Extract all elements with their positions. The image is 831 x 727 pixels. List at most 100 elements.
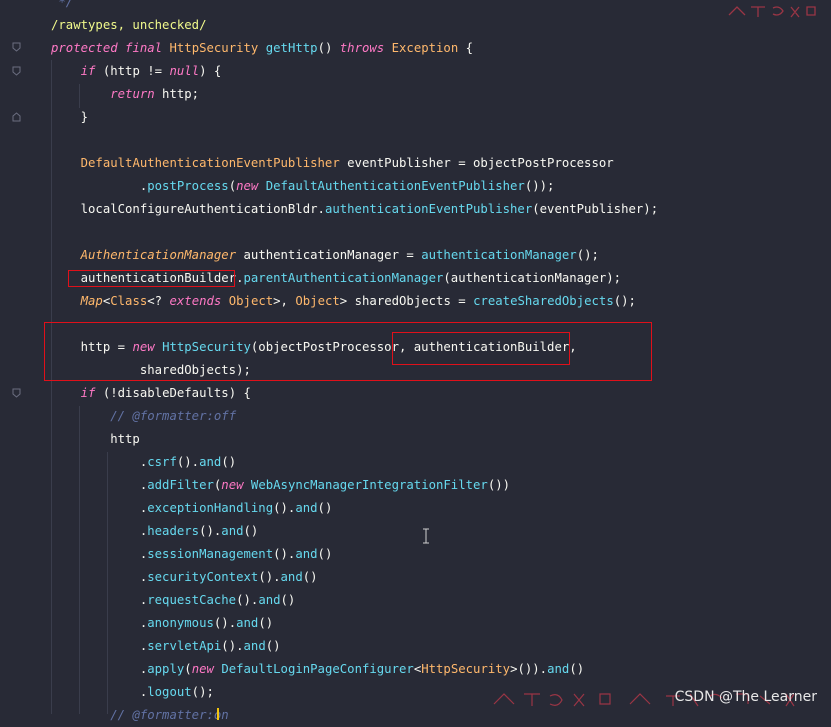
code-token: http; — [154, 87, 200, 101]
code-token: requestCache — [147, 593, 237, 607]
code-token: . — [51, 662, 148, 676]
code-token: . — [51, 593, 148, 607]
code-token: () — [317, 501, 333, 515]
code-line[interactable]: .addFilter(new WebAsyncManagerIntegratio… — [51, 474, 510, 497]
code-token: . — [51, 455, 148, 469]
code-line[interactable]: Map<Class<? extends Object>, Object> sha… — [51, 290, 636, 313]
code-token: */ — [51, 0, 74, 9]
code-line[interactable]: AuthenticationManager authenticationMana… — [51, 244, 599, 267]
code-line[interactable]: } — [51, 106, 88, 129]
code-token: . — [51, 478, 148, 492]
code-token: . — [51, 639, 148, 653]
code-line[interactable]: .securityContext().and() — [51, 566, 318, 589]
code-line[interactable]: .anonymous().and() — [51, 612, 273, 635]
code-token: () — [243, 524, 259, 538]
code-token: and — [199, 455, 222, 469]
code-token: (). — [221, 639, 244, 653]
code-token: ( — [228, 179, 237, 193]
code-line[interactable]: if (http != null) { — [51, 60, 222, 83]
code-token: postProcess — [147, 179, 229, 193]
code-token: Class — [110, 294, 148, 308]
fold-marker-icon[interactable] — [12, 388, 21, 398]
code-token: (). — [236, 593, 259, 607]
code-line[interactable]: // @formatter:off — [51, 405, 236, 428]
code-token: . — [51, 685, 148, 699]
code-token: (authenticationManager); — [443, 271, 622, 285]
code-token: null — [169, 64, 200, 78]
code-token: (). — [273, 501, 296, 515]
code-token: . — [51, 501, 148, 515]
code-token: (). — [213, 616, 237, 630]
code-line[interactable]: */ — [51, 0, 73, 14]
code-token: <? — [147, 294, 170, 308]
code-token: > sharedObjects = — [339, 294, 474, 308]
code-token: . — [51, 524, 148, 538]
code-line[interactable]: return http; — [51, 83, 199, 106]
code-line[interactable]: DefaultAuthenticationEventPublisher even… — [51, 152, 614, 175]
code-token: Map — [80, 294, 103, 308]
csdn-watermark: CSDN @The Learner — [674, 689, 817, 705]
code-token: /rawtypes, unchecked/ — [51, 18, 207, 32]
code-token: and — [547, 662, 570, 676]
code-token: >()). — [510, 662, 548, 676]
code-line[interactable]: .csrf().and() — [51, 451, 236, 474]
fold-marker-icon[interactable] — [12, 42, 21, 52]
code-token: // @formatter:off — [110, 409, 237, 423]
code-token: } — [51, 110, 89, 124]
code-token: and — [243, 639, 266, 653]
code-token: exceptionHandling — [147, 501, 274, 515]
code-line[interactable]: .servletApi().and() — [51, 635, 281, 658]
code-line[interactable]: if (!disableDefaults) { — [51, 382, 251, 405]
code-line[interactable]: .requestCache().and() — [51, 589, 296, 612]
code-token: (http != — [95, 64, 170, 78]
code-token: authenticationEventPublisher — [324, 202, 533, 216]
code-token: () — [265, 639, 281, 653]
code-token: final — [125, 41, 163, 55]
code-token: return — [110, 87, 155, 101]
code-token: () — [569, 662, 585, 676]
code-line[interactable]: localConfigureAuthenticationBldr.authent… — [51, 198, 658, 221]
code-token: and — [258, 593, 281, 607]
code-token: createSharedObjects — [473, 294, 614, 308]
fold-end-icon[interactable] — [12, 112, 21, 122]
code-token: WebAsyncManagerIntegrationFilter — [250, 478, 488, 492]
code-token: () — [317, 41, 340, 55]
code-line[interactable]: .postProcess(new DefaultAuthenticationEv… — [51, 175, 555, 198]
code-token: headers — [147, 524, 200, 538]
code-token: and — [236, 616, 259, 630]
code-token: Exception — [391, 41, 459, 55]
code-line[interactable]: protected final HttpSecurity getHttp() t… — [51, 37, 473, 60]
fold-marker-icon[interactable] — [12, 66, 21, 76]
code-token: (). — [273, 547, 296, 561]
code-token: (). — [176, 455, 200, 469]
code-line[interactable]: .sessionManagement().and() — [51, 543, 333, 566]
code-token: DefaultAuthenticationEventPublisher — [80, 156, 340, 170]
code-token: Object — [228, 294, 274, 308]
code-line[interactable]: http — [51, 428, 140, 451]
code-line[interactable]: .exceptionHandling().and() — [51, 497, 333, 520]
code-token: Object — [295, 294, 340, 308]
code-token: () — [221, 455, 237, 469]
code-token: extends — [169, 294, 222, 308]
code-line[interactable]: .logout(); — [51, 681, 214, 704]
code-token: () — [317, 547, 333, 561]
code-line[interactable]: .headers().and() — [51, 520, 259, 543]
text-cursor-icon — [423, 528, 429, 544]
watermark-icon — [727, 3, 817, 23]
code-token: and — [221, 524, 244, 538]
code-token: and — [280, 570, 303, 584]
code-line[interactable]: /rawtypes, unchecked/ — [51, 14, 206, 37]
code-line[interactable]: // @formatter:on — [51, 704, 228, 727]
code-token: if — [80, 386, 96, 400]
code-token: new — [221, 478, 244, 492]
code-token: localConfigureAuthenticationBldr. — [51, 202, 325, 216]
code-token: apply — [147, 662, 185, 676]
code-line[interactable]: .apply(new DefaultLoginPageConfigurer<Ht… — [51, 658, 584, 681]
code-token: DefaultAuthenticationEventPublisher — [265, 179, 525, 193]
code-token: http — [51, 432, 140, 446]
